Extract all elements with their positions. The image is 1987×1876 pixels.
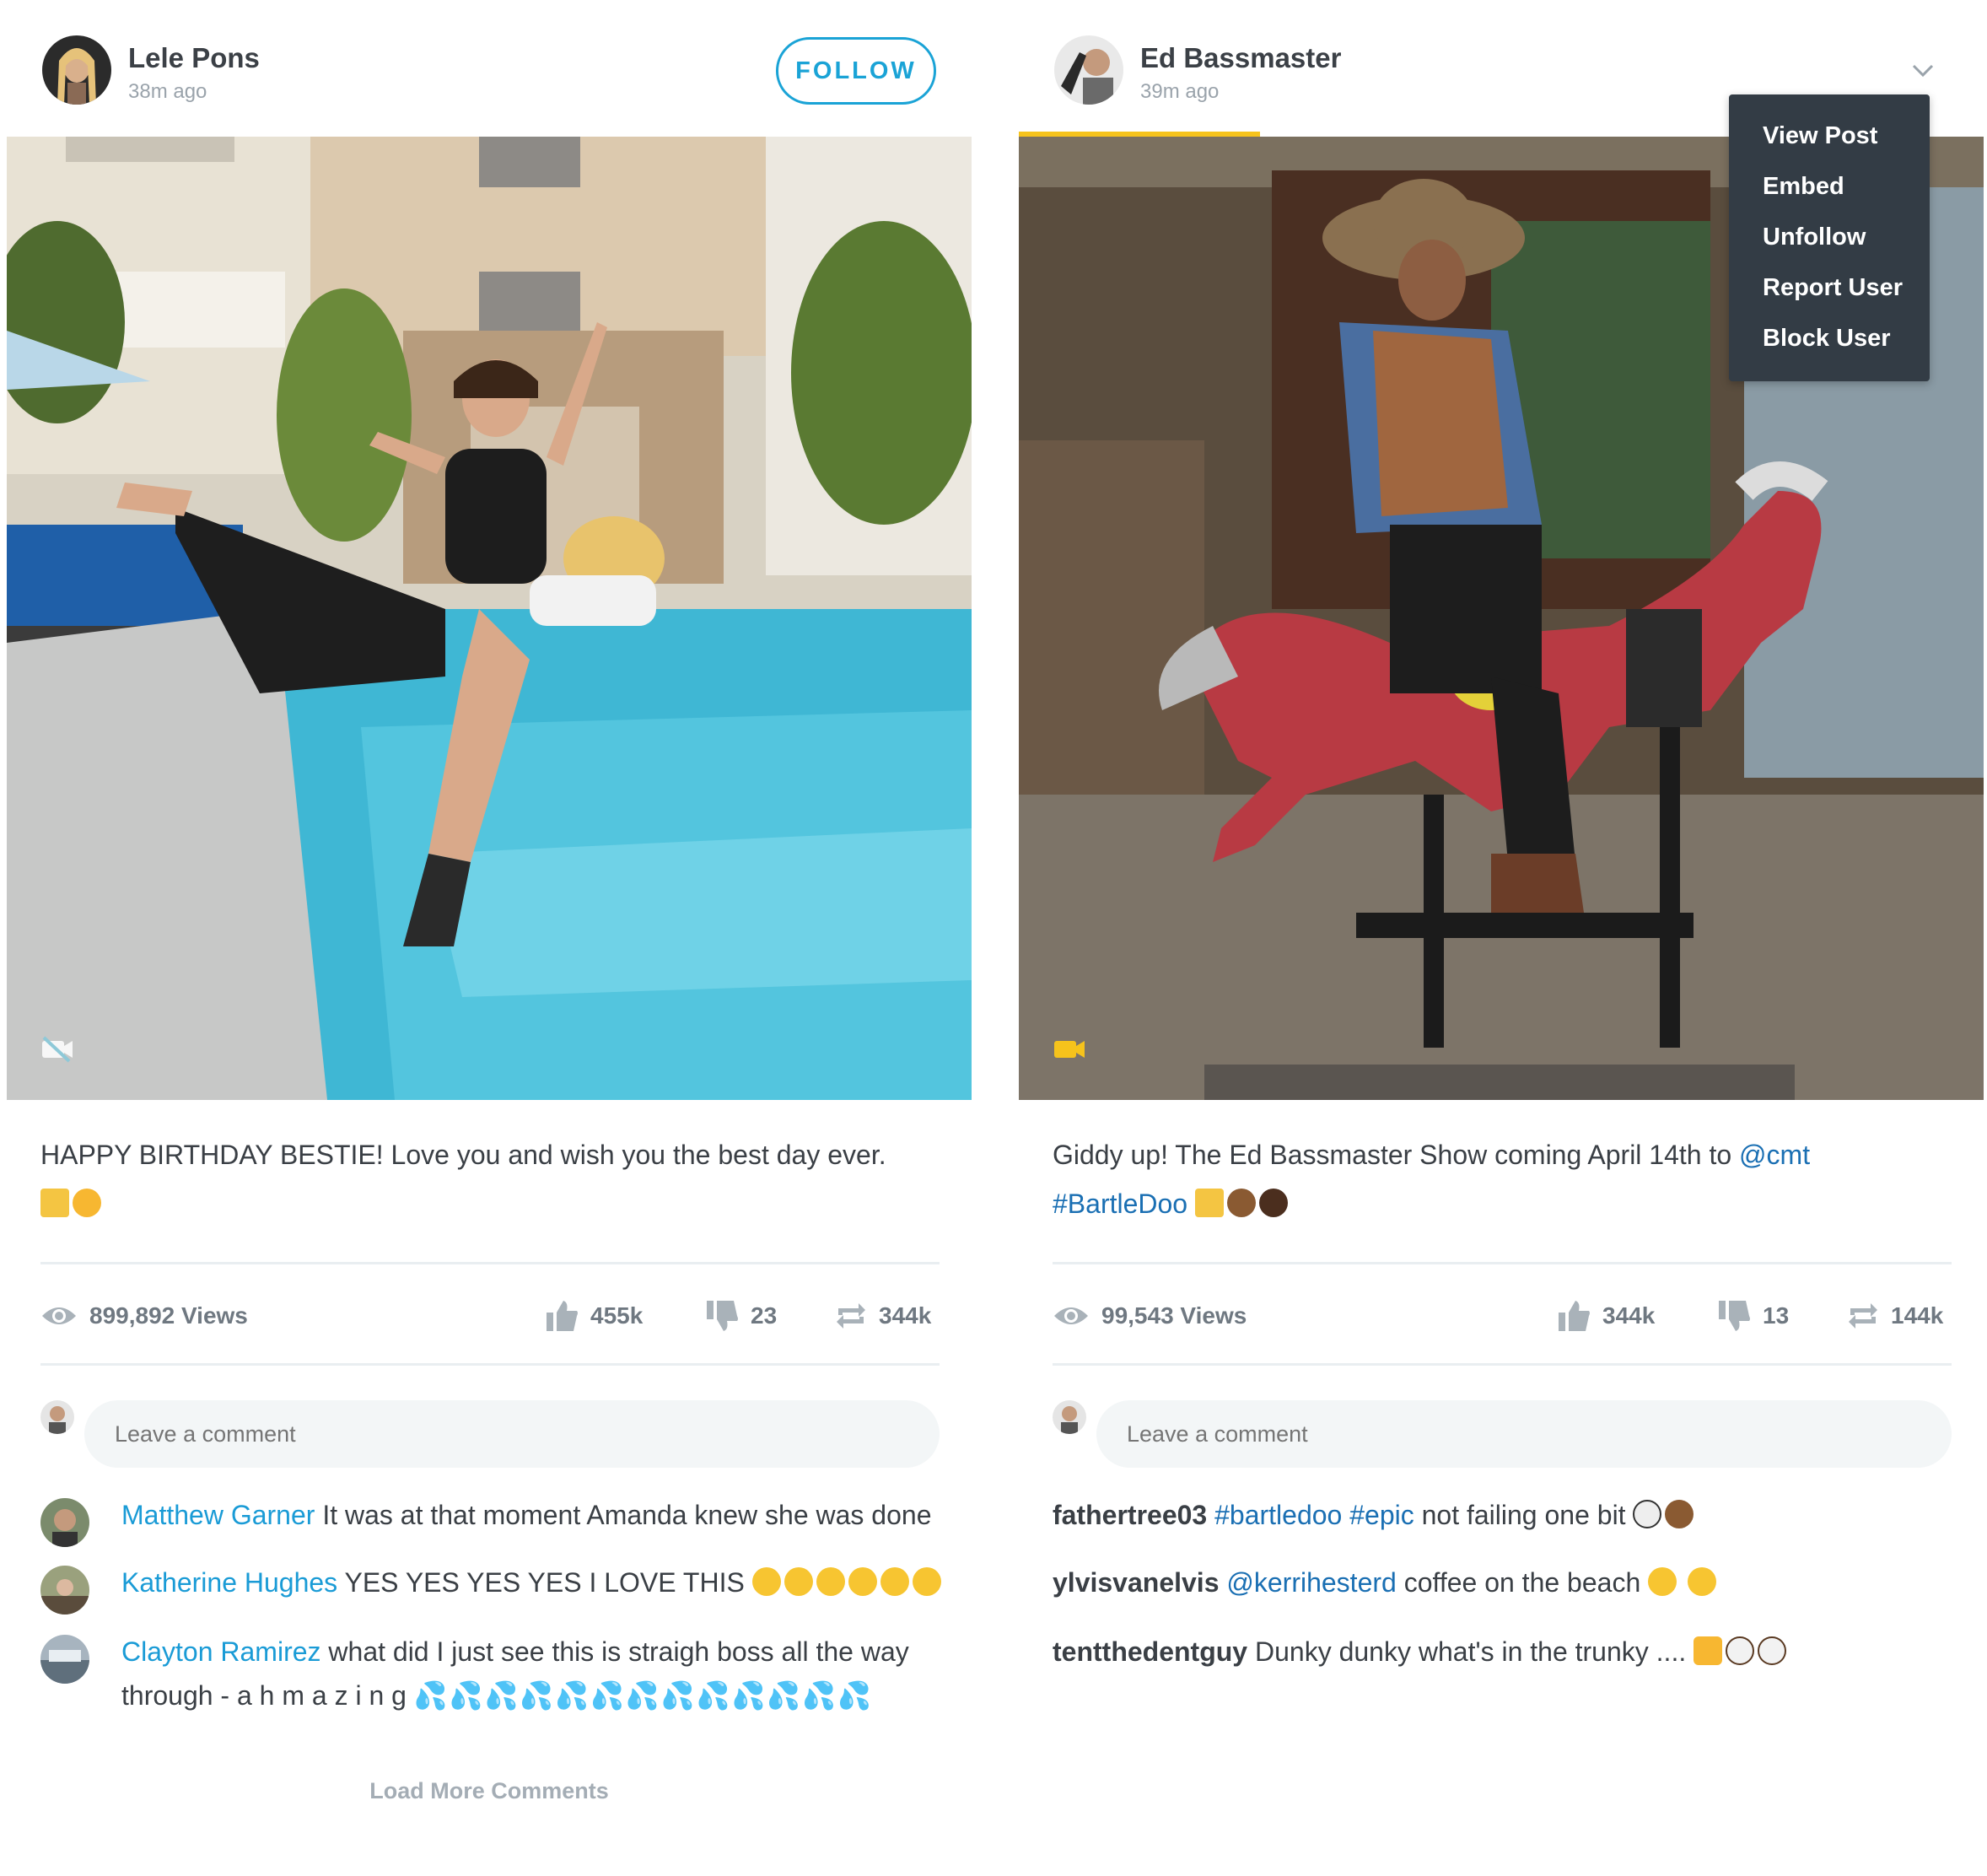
reposts-count: 344k — [879, 1302, 932, 1329]
eyes-icon — [1633, 1500, 1662, 1528]
user-name[interactable]: Lele Pons — [128, 42, 260, 74]
comment-input[interactable] — [1096, 1400, 1952, 1468]
follow-button[interactable]: FOLLOW — [776, 37, 936, 105]
menu-item-block-user[interactable]: Block User — [1729, 319, 1930, 369]
chevron-down-icon[interactable] — [1904, 56, 1941, 86]
repost-icon[interactable] — [1847, 1302, 1879, 1330]
hashtag-link[interactable]: #bartledoo — [1214, 1500, 1342, 1530]
divider — [40, 1262, 940, 1264]
comment-user[interactable]: Clayton Ramirez — [121, 1636, 321, 1667]
avatar — [40, 1400, 74, 1434]
hashtag-link[interactable]: #epic — [1349, 1500, 1414, 1530]
repost-stat[interactable]: 344k — [835, 1282, 931, 1350]
comment-user[interactable]: Katherine Hughes — [121, 1567, 337, 1598]
avatar — [1053, 1400, 1086, 1434]
comment-input[interactable] — [84, 1400, 940, 1468]
reposts-count: 144k — [1891, 1302, 1944, 1329]
coffee-icon — [1726, 1636, 1755, 1665]
thumbs-down-icon[interactable] — [707, 1301, 739, 1331]
load-more-comments-button[interactable]: Load More Comments — [7, 1778, 972, 1804]
comment-text: not failing one bit — [1421, 1500, 1626, 1530]
dislike-stat[interactable]: 13 — [1719, 1282, 1789, 1350]
comment-composer — [40, 1400, 940, 1468]
mention-link[interactable]: @cmt — [1739, 1140, 1810, 1170]
party-popper-icon — [40, 1189, 69, 1217]
views-stat: 899,892 Views — [40, 1282, 248, 1350]
comment-user[interactable]: ylvisvanelvis — [1053, 1567, 1219, 1598]
thumbs-down-icon[interactable] — [1719, 1301, 1751, 1331]
coffee-icon — [1758, 1636, 1787, 1665]
dislikes-count: 13 — [1763, 1302, 1790, 1329]
thumbs-up-emoji-icon — [1694, 1636, 1723, 1665]
views-stat: 99,543 Views — [1053, 1282, 1247, 1350]
post-stats: 899,892 Views 455k 23 344k — [40, 1282, 940, 1350]
dislike-stat[interactable]: 23 — [707, 1282, 777, 1350]
post-card: Lele Pons 38m ago FOLLOW HAPPY BIRTHDAY … — [7, 0, 972, 1864]
likes-count: 455k — [590, 1302, 643, 1329]
post-time: 39m ago — [1140, 80, 1220, 103]
views-count: 99,543 Views — [1101, 1302, 1247, 1329]
avatar[interactable] — [40, 1635, 89, 1684]
hashtag-link[interactable]: #BartleDoo — [1053, 1189, 1187, 1219]
repost-icon[interactable] — [835, 1302, 867, 1330]
post-options-menu: View Post Embed Unfollow Report User Blo… — [1729, 94, 1930, 381]
sweat-droplets-icon: 💦💦💦💦💦💦💦💦💦💦💦💦💦 — [413, 1680, 873, 1711]
avatar[interactable] — [1054, 35, 1123, 105]
menu-item-embed[interactable]: Embed — [1729, 167, 1930, 218]
dislikes-count: 23 — [751, 1302, 778, 1329]
avatar[interactable] — [40, 1566, 89, 1615]
menu-item-unfollow[interactable]: Unfollow — [1729, 218, 1930, 268]
comment-user[interactable]: tentthedentguy — [1053, 1636, 1247, 1667]
divider — [1053, 1363, 1952, 1366]
eye-icon — [1054, 1307, 1088, 1324]
like-stat[interactable]: 455k — [547, 1282, 643, 1350]
menu-item-report-user[interactable]: Report User — [1729, 268, 1930, 319]
user-name[interactable]: Ed Bassmaster — [1140, 42, 1341, 74]
poop-icon — [1226, 1189, 1256, 1217]
poop-icon — [1665, 1500, 1694, 1528]
like-stat[interactable]: 344k — [1559, 1282, 1655, 1350]
eye-icon — [42, 1307, 76, 1324]
post-stats: 99,543 Views 344k 13 144k — [1053, 1282, 1952, 1350]
post-caption: Giddy up! The Ed Bassmaster Show coming … — [1053, 1130, 1947, 1228]
divider — [1053, 1262, 1952, 1264]
comment-user[interactable]: Matthew Garner — [121, 1500, 315, 1530]
comment-text: coffee on the beach — [1403, 1567, 1641, 1598]
comment-text: YES YES YES YES I LOVE THIS — [344, 1567, 745, 1598]
mention-link[interactable]: @kerrihesterd — [1226, 1567, 1396, 1598]
comment-text: Dunky dunky what's in the trunky .... — [1254, 1636, 1687, 1667]
post-image[interactable] — [7, 137, 972, 1100]
avatar[interactable] — [40, 1498, 89, 1547]
post-time: 38m ago — [128, 80, 207, 103]
divider — [40, 1363, 940, 1366]
comment-user[interactable]: fathertree03 — [1053, 1500, 1207, 1530]
fist-icon — [1258, 1189, 1288, 1217]
caption-text: Giddy up! The Ed Bassmaster Show coming … — [1053, 1140, 1732, 1170]
views-count: 899,892 Views — [89, 1302, 248, 1329]
thumbs-up-icon[interactable] — [547, 1301, 579, 1331]
comment-composer — [1053, 1400, 1952, 1468]
tears-of-joy-icon — [751, 1567, 945, 1598]
repost-stat[interactable]: 144k — [1847, 1282, 1943, 1350]
thumbs-up-icon[interactable] — [1559, 1301, 1591, 1331]
kissing-face-icon — [73, 1189, 101, 1217]
caption-text: HAPPY BIRTHDAY BESTIE! Love you and wish… — [40, 1140, 886, 1170]
likes-count: 344k — [1602, 1302, 1656, 1329]
video-muted-icon[interactable] — [40, 1036, 74, 1063]
menu-item-view-post[interactable]: View Post — [1729, 116, 1930, 167]
video-camera-icon[interactable] — [1053, 1036, 1086, 1063]
party-popper-icon — [1194, 1189, 1224, 1217]
tears-of-joy-icon — [1688, 1567, 1717, 1596]
avatar[interactable] — [42, 35, 111, 105]
comment-text: It was at that moment Amanda knew she wa… — [322, 1500, 932, 1530]
post-caption: HAPPY BIRTHDAY BESTIE! Love you and wish… — [40, 1130, 934, 1228]
post-header: Lele Pons 38m ago FOLLOW — [7, 0, 972, 137]
tears-of-joy-icon — [1648, 1567, 1677, 1596]
